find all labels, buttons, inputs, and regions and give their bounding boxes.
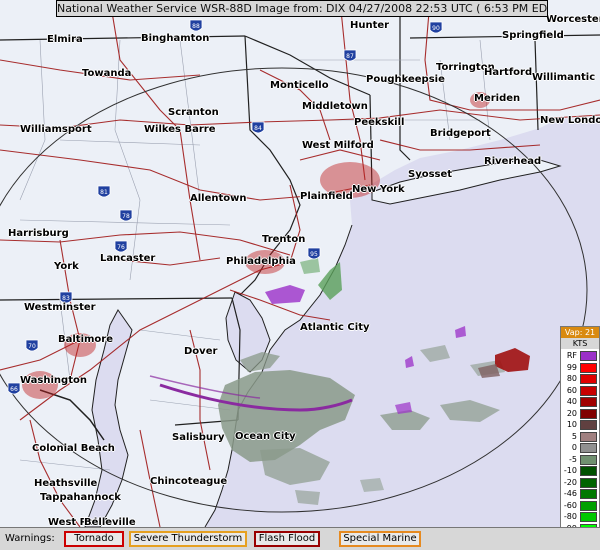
interstate-shield-number: 78 bbox=[122, 213, 130, 220]
legend-row: 60 bbox=[561, 385, 599, 397]
interstate-shield-87: 87 bbox=[343, 49, 357, 62]
interstate-shield-83: 83 bbox=[59, 291, 73, 304]
warning-special-marine-button[interactable]: Special Marine bbox=[339, 531, 421, 547]
interstate-shield-number: 83 bbox=[62, 295, 70, 302]
legend-row: -5 bbox=[561, 454, 599, 466]
legend-value-label: 60 bbox=[566, 385, 577, 395]
legend-value-label: 20 bbox=[566, 408, 577, 418]
warnings-bar: Warnings: Tornado Severe Thunderstorm Fl… bbox=[0, 527, 600, 550]
interstate-shield-70: 70 bbox=[25, 339, 39, 352]
legend-color-swatch bbox=[580, 408, 597, 419]
legend-value-label: 80 bbox=[566, 374, 577, 383]
legend-row: 99 bbox=[561, 362, 599, 374]
interstate-shield-81: 81 bbox=[97, 185, 111, 198]
warning-severe-thunderstorm-button[interactable]: Severe Thunderstorm bbox=[129, 531, 247, 547]
legend-row: -20 bbox=[561, 477, 599, 489]
interstate-shield-88: 88 bbox=[189, 19, 203, 32]
legend-value-label: 5 bbox=[571, 431, 577, 441]
legend-value-label: 99 bbox=[566, 362, 577, 372]
legend-row: -46 bbox=[561, 488, 599, 500]
interstate-shield-number: 84 bbox=[254, 125, 262, 132]
legend-row: 20 bbox=[561, 408, 599, 420]
interstate-shield-number: 76 bbox=[117, 244, 125, 251]
legend-color-swatch bbox=[580, 489, 597, 499]
radar-map: 88 90 87 84 81 78 76 95 83 70 66 Elmira Binghamton H… bbox=[0, 0, 600, 550]
radar-map-canvas: 88 90 87 84 81 78 76 95 83 70 66 bbox=[0, 0, 600, 550]
interstate-shield-number: 95 bbox=[310, 251, 318, 258]
legend-value-label: RF bbox=[566, 351, 577, 360]
legend-color-swatch bbox=[580, 466, 597, 476]
interstate-shield-95: 95 bbox=[307, 247, 321, 260]
interstate-shield-number: 66 bbox=[10, 386, 18, 393]
interstate-shield-number: 88 bbox=[192, 23, 200, 30]
interstate-shield-66: 66 bbox=[7, 382, 21, 395]
interstate-shield-number: 81 bbox=[100, 189, 108, 196]
legend-value-label: 40 bbox=[566, 397, 577, 406]
image-title: National Weather Service WSR-88D Image f… bbox=[56, 0, 548, 17]
legend-header: Vap: 21 bbox=[561, 327, 599, 338]
interstate-shield-number: 90 bbox=[432, 25, 440, 32]
legend-value-label: -10 bbox=[563, 466, 577, 475]
legend-color-swatch bbox=[580, 397, 597, 407]
legend-color-swatch bbox=[580, 500, 597, 511]
legend-value-label: -60 bbox=[563, 500, 577, 510]
legend-row: -80 bbox=[561, 511, 599, 523]
legend-row: -60 bbox=[561, 500, 599, 512]
legend-color-swatch bbox=[580, 420, 597, 430]
interstate-shield-number: 70 bbox=[28, 343, 36, 350]
legend-row: 40 bbox=[561, 396, 599, 408]
legend-unit: KTS bbox=[561, 338, 599, 349]
legend-value-label: -80 bbox=[563, 512, 577, 521]
warnings-label: Warnings: bbox=[5, 533, 55, 544]
legend-color-swatch bbox=[580, 374, 597, 384]
interstate-shield-76: 76 bbox=[114, 240, 128, 253]
interstate-shield-84: 84 bbox=[251, 121, 265, 134]
legend-row: RF bbox=[561, 350, 599, 362]
legend-color-swatch bbox=[580, 385, 597, 396]
legend-color-swatch bbox=[580, 351, 597, 361]
warning-tornado-button[interactable]: Tornado bbox=[64, 531, 124, 547]
legend-value-label: 10 bbox=[566, 420, 577, 429]
legend-color-swatch bbox=[580, 512, 597, 522]
legend-color-swatch bbox=[580, 477, 597, 488]
legend-color-swatch bbox=[580, 362, 597, 373]
legend-row: -10 bbox=[561, 465, 599, 477]
legend-row: 10 bbox=[561, 419, 599, 431]
legend-value-label: -20 bbox=[563, 477, 577, 487]
interstate-shield-78: 78 bbox=[119, 209, 133, 222]
legend-color-swatch bbox=[580, 431, 597, 442]
legend-value-label: -46 bbox=[563, 489, 577, 498]
legend-row: 0 bbox=[561, 442, 599, 454]
legend-row: 5 bbox=[561, 431, 599, 443]
velocity-legend: Vap: 21 KTS RF 99 80 60 40 20 10 5 0 -5 -10 -20 -46 -… bbox=[560, 326, 600, 545]
legend-value-label: -5 bbox=[569, 454, 577, 464]
legend-color-swatch bbox=[580, 454, 597, 465]
interstate-shield-90: 90 bbox=[429, 21, 443, 34]
warning-flash-flood-button[interactable]: Flash Flood bbox=[254, 531, 320, 547]
interstate-shield-number: 87 bbox=[346, 53, 354, 60]
legend-value-label: 0 bbox=[571, 443, 577, 452]
legend-row: 80 bbox=[561, 373, 599, 385]
legend-color-swatch bbox=[580, 443, 597, 453]
